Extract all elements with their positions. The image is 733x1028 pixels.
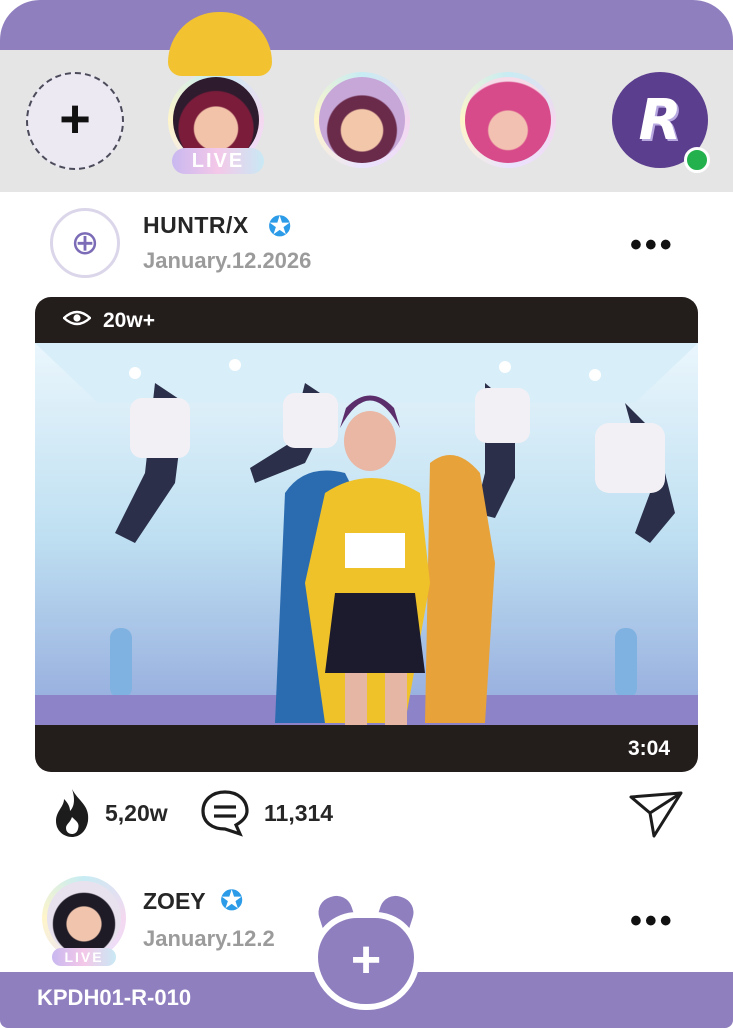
stories-strip: + R xyxy=(0,50,733,192)
story-mira[interactable] xyxy=(314,72,410,168)
add-story-button[interactable]: + xyxy=(26,72,124,170)
create-post-fab[interactable]: + xyxy=(298,888,434,1024)
avatar xyxy=(319,77,405,163)
video-thumbnail xyxy=(35,343,698,725)
video-duration: 3:04 xyxy=(627,737,670,760)
more-options-button[interactable]: ••• xyxy=(630,902,675,941)
like-count: 5,20w xyxy=(105,800,168,826)
send-icon[interactable] xyxy=(628,789,684,839)
media-top-bar: 20w+ xyxy=(35,297,698,345)
brand-letter: R xyxy=(638,87,682,153)
story-pink-hood[interactable] xyxy=(460,72,556,168)
live-badge: LIVE xyxy=(172,148,264,174)
verified-badge-icon: ✪ xyxy=(268,211,292,242)
top-bar xyxy=(0,0,733,50)
avatar xyxy=(465,77,551,163)
comment-count: 11,314 xyxy=(264,800,334,826)
plus-icon: + xyxy=(350,931,382,989)
plus-icon: + xyxy=(59,89,91,149)
online-indicator xyxy=(684,147,710,173)
video-player[interactable]: 20w+ 3:04 xyxy=(35,297,698,772)
author-avatar[interactable]: ⊕ xyxy=(50,208,120,278)
author-name[interactable]: ZOEY xyxy=(143,888,206,915)
eye-icon xyxy=(63,310,91,326)
globe-icon: ⊕ xyxy=(70,224,100,262)
social-card: + R LIVE ⊕ HUNTR/X ✪ January.12.2026 ••• xyxy=(0,0,733,1028)
post-date: January.12.2 xyxy=(143,926,275,951)
comment-icon[interactable] xyxy=(200,789,250,837)
view-count: 20w+ xyxy=(103,309,155,332)
more-options-button[interactable]: ••• xyxy=(630,226,675,265)
create-post-button[interactable]: + xyxy=(312,912,420,1010)
post-actions: 5,20w 11,314 xyxy=(0,785,733,845)
post-header: ⊕ HUNTR/X ✪ January.12.2026 ••• xyxy=(0,200,733,290)
live-badge: LIVE xyxy=(52,948,116,966)
fire-icon[interactable] xyxy=(52,787,92,837)
avatar xyxy=(47,881,121,955)
post-date: January.12.2026 xyxy=(143,248,312,273)
verified-badge-icon: ✪ xyxy=(220,885,244,916)
author-name[interactable]: HUNTR/X xyxy=(143,212,249,239)
card-code: KPDH01-R-010 xyxy=(37,985,192,1010)
